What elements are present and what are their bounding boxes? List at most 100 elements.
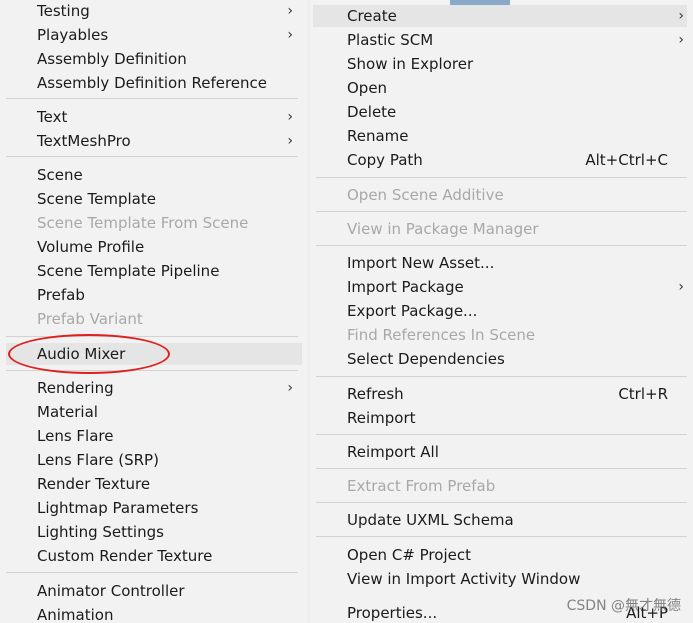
menu-item-volume-profile[interactable]: Volume Profile bbox=[6, 236, 302, 258]
menu-item-import-package[interactable]: Import Package › bbox=[313, 276, 687, 298]
menu-item-reimport-all[interactable]: Reimport All bbox=[313, 441, 687, 463]
menu-item-label: Refresh bbox=[347, 385, 404, 403]
menu-item-label: Lens Flare (SRP) bbox=[37, 451, 159, 469]
menu-item-view-in-import-activity-window[interactable]: View in Import Activity Window bbox=[313, 568, 687, 590]
menu-item-lens-flare-srp[interactable]: Lens Flare (SRP) bbox=[6, 449, 302, 471]
menu-item-label: Assembly Definition Reference bbox=[37, 74, 268, 92]
menu-item-extract-from-prefab: Extract From Prefab bbox=[313, 475, 687, 497]
menu-item-copy-path[interactable]: Copy Path Alt+Ctrl+C bbox=[313, 149, 687, 171]
menu-item-animation[interactable]: Animation bbox=[6, 604, 302, 623]
menu-item-label: Playables bbox=[37, 26, 109, 44]
menu-item-testing[interactable]: Testing › bbox=[6, 0, 302, 22]
menu-item-scene-template-from-scene: Scene Template From Scene bbox=[6, 212, 302, 234]
menu-separator bbox=[316, 468, 687, 469]
chevron-right-icon: › bbox=[678, 8, 684, 24]
menu-item-label: Properties... bbox=[347, 604, 438, 622]
menu-item-find-references-in-scene: Find References In Scene bbox=[313, 324, 687, 346]
background-window-strip bbox=[450, 0, 510, 5]
menu-item-rename[interactable]: Rename bbox=[313, 125, 687, 147]
menu-item-label: Export Package... bbox=[347, 302, 478, 320]
menu-item-label: Import New Asset... bbox=[347, 254, 495, 272]
menu-item-prefab[interactable]: Prefab bbox=[6, 284, 302, 306]
menu-separator bbox=[316, 211, 687, 212]
menu-item-update-uxml-schema[interactable]: Update UXML Schema bbox=[313, 509, 687, 531]
watermark: CSDN @無才無德 bbox=[566, 598, 681, 614]
menu-separator bbox=[316, 376, 687, 377]
menu-item-label: Audio Mixer bbox=[37, 345, 126, 363]
menu-item-refresh[interactable]: Refresh Ctrl+R bbox=[313, 383, 687, 405]
menu-item-lens-flare[interactable]: Lens Flare bbox=[6, 425, 302, 447]
menu-item-label: Open C# Project bbox=[347, 546, 471, 564]
menu-item-label: Show in Explorer bbox=[347, 55, 474, 73]
menu-item-label: Assembly Definition bbox=[37, 50, 187, 68]
chevron-right-icon: › bbox=[287, 27, 293, 43]
menu-item-open[interactable]: Open bbox=[313, 77, 687, 99]
menu-item-shortcut: Ctrl+R bbox=[618, 385, 668, 403]
chevron-right-icon: › bbox=[287, 109, 293, 125]
menu-separator bbox=[6, 336, 298, 337]
menu-item-scene[interactable]: Scene bbox=[6, 164, 302, 186]
menu-item-lighting-settings[interactable]: Lighting Settings bbox=[6, 521, 302, 543]
menu-item-scene-template[interactable]: Scene Template bbox=[6, 188, 302, 210]
menu-item-import-new-asset[interactable]: Import New Asset... bbox=[313, 252, 687, 274]
menu-item-playables[interactable]: Playables › bbox=[6, 24, 302, 46]
menu-item-label: Animation bbox=[37, 606, 114, 623]
menu-item-assembly-definition-reference[interactable]: Assembly Definition Reference bbox=[6, 72, 302, 94]
menu-item-label: View in Package Manager bbox=[347, 220, 539, 238]
menu-item-textmeshpro[interactable]: TextMeshPro › bbox=[6, 130, 302, 152]
menu-separator bbox=[6, 156, 298, 157]
menu-item-label: Delete bbox=[347, 103, 397, 121]
menu-item-open-scene-additive: Open Scene Additive bbox=[313, 184, 687, 206]
menu-item-export-package[interactable]: Export Package... bbox=[313, 300, 687, 322]
menu-item-rendering[interactable]: Rendering › bbox=[6, 377, 302, 399]
assets-context-menu: Create › Plastic SCM › Show in Explorer Open D… bbox=[310, 0, 693, 623]
menu-item-label: View in Import Activity Window bbox=[347, 570, 581, 588]
menu-item-label: Reimport All bbox=[347, 443, 439, 461]
menu-separator bbox=[316, 434, 687, 435]
menu-item-reimport[interactable]: Reimport bbox=[313, 407, 687, 429]
menu-item-plastic-scm[interactable]: Plastic SCM › bbox=[313, 29, 687, 51]
menu-item-label: Text bbox=[37, 108, 68, 126]
menu-item-label: Reimport bbox=[347, 409, 416, 427]
menu-item-label: Open bbox=[347, 79, 388, 97]
chevron-right-icon: › bbox=[287, 380, 293, 396]
menu-item-label: Lighting Settings bbox=[37, 523, 164, 541]
menu-separator bbox=[316, 502, 687, 503]
menu-item-open-c-project[interactable]: Open C# Project bbox=[313, 544, 687, 566]
menu-item-create[interactable]: Create › bbox=[313, 5, 687, 27]
menu-item-delete[interactable]: Delete bbox=[313, 101, 687, 123]
menu-item-label: Animator Controller bbox=[37, 582, 185, 600]
menu-item-scene-template-pipeline[interactable]: Scene Template Pipeline bbox=[6, 260, 302, 282]
menu-item-audio-mixer[interactable]: Audio Mixer bbox=[6, 343, 302, 365]
menu-item-label: Render Texture bbox=[37, 475, 151, 493]
menu-item-label: TextMeshPro bbox=[37, 132, 131, 150]
menu-separator bbox=[316, 245, 687, 246]
menu-item-label: Volume Profile bbox=[37, 238, 145, 256]
menu-item-label: Prefab bbox=[37, 286, 85, 304]
menu-item-prefab-variant: Prefab Variant bbox=[6, 308, 302, 330]
menu-item-label: Material bbox=[37, 403, 98, 421]
menu-item-label: Copy Path bbox=[347, 151, 423, 169]
menu-item-label: Select Dependencies bbox=[347, 350, 505, 368]
menu-item-animator-controller[interactable]: Animator Controller bbox=[6, 580, 302, 602]
menu-item-show-in-explorer[interactable]: Show in Explorer bbox=[313, 53, 687, 75]
menu-item-label: Testing bbox=[37, 2, 90, 20]
menu-item-material[interactable]: Material bbox=[6, 401, 302, 423]
menu-item-custom-render-texture[interactable]: Custom Render Texture bbox=[6, 545, 302, 567]
menu-item-select-dependencies[interactable]: Select Dependencies bbox=[313, 348, 687, 370]
chevron-right-icon: › bbox=[287, 3, 293, 19]
menu-item-render-texture[interactable]: Render Texture bbox=[6, 473, 302, 495]
menu-item-label: Extract From Prefab bbox=[347, 477, 496, 495]
menu-separator bbox=[6, 98, 298, 99]
menu-item-label: Scene Template Pipeline bbox=[37, 262, 220, 280]
menu-item-label: Update UXML Schema bbox=[347, 511, 514, 529]
menu-item-lightmap-parameters[interactable]: Lightmap Parameters bbox=[6, 497, 302, 519]
menu-separator bbox=[6, 572, 298, 573]
menu-item-text[interactable]: Text › bbox=[6, 106, 302, 128]
menu-item-label: Lens Flare bbox=[37, 427, 114, 445]
menu-item-assembly-definition[interactable]: Assembly Definition bbox=[6, 48, 302, 70]
menu-item-label: Prefab Variant bbox=[37, 310, 143, 328]
menu-item-view-in-package-manager: View in Package Manager bbox=[313, 218, 687, 240]
menu-item-label: Scene bbox=[37, 166, 83, 184]
menu-separator bbox=[316, 177, 687, 178]
